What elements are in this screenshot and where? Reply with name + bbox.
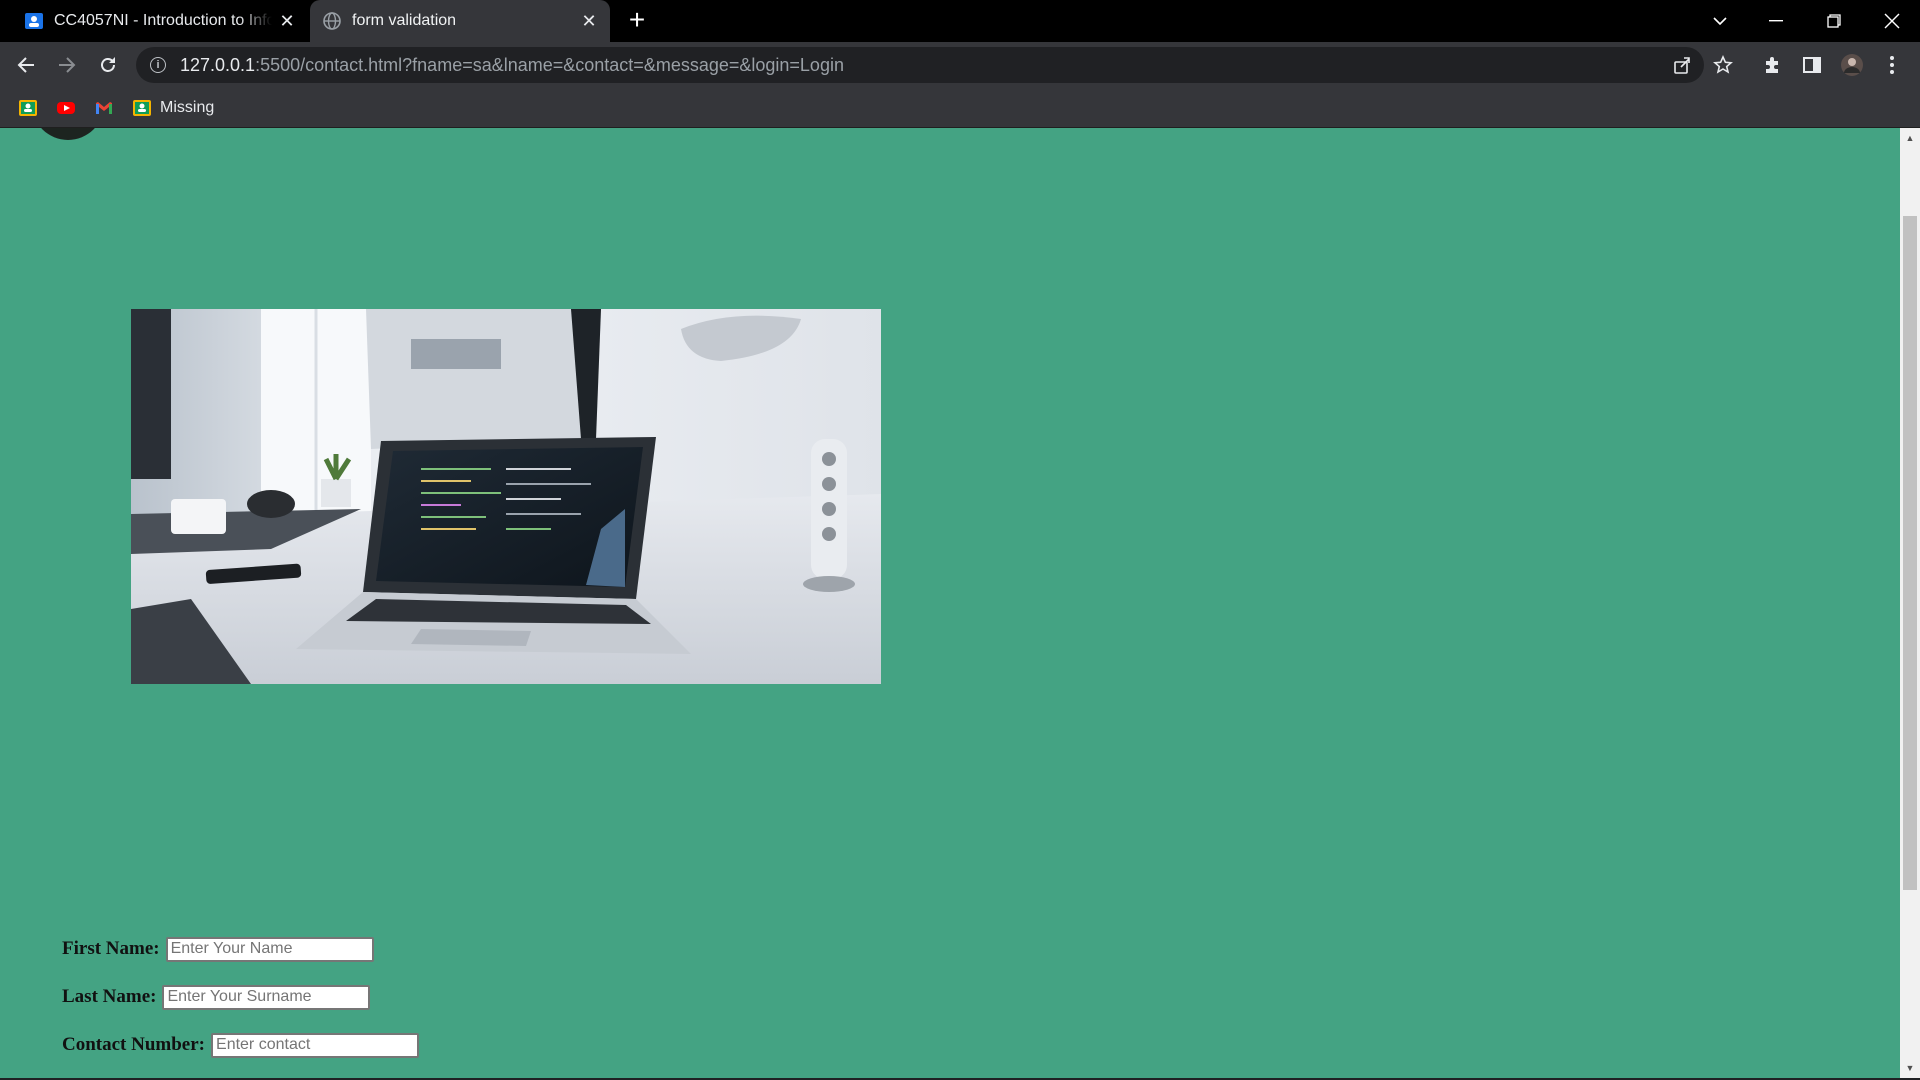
tab-cc4057ni[interactable]: CC4057NI - Introduction to Infor ✕ [12, 0, 308, 42]
contact-number-label: Contact Number: [62, 1034, 206, 1055]
tab-title: form validation [352, 12, 457, 29]
site-info-icon[interactable]: i [150, 57, 166, 73]
logo-circle [32, 128, 104, 140]
forward-icon[interactable] [51, 49, 83, 81]
share-icon[interactable] [1667, 50, 1697, 80]
browser-toolbar: i 127.0.0.1:5500/contact.html?fname=sa&l… [0, 42, 1920, 88]
contact-number-input[interactable] [211, 1032, 420, 1058]
bookmark-missing[interactable]: Missing [126, 93, 220, 123]
bookmark-classroom[interactable] [12, 93, 44, 123]
back-icon[interactable] [10, 49, 42, 81]
first-name-input[interactable] [165, 936, 374, 962]
bookmark-youtube[interactable] [50, 93, 82, 123]
classroom-icon [133, 99, 151, 116]
first-name-label: First Name: [62, 938, 160, 959]
gmail-icon [96, 101, 112, 114]
first-name-row: First Name: [62, 934, 419, 964]
bookmarks-bar: Missing [0, 88, 1920, 128]
tab-search-icon[interactable] [1692, 0, 1748, 42]
address-bar[interactable]: i 127.0.0.1:5500/contact.html?fname=sa&l… [136, 47, 1704, 83]
new-tab-icon[interactable]: + [622, 6, 652, 36]
close-tab-icon[interactable]: ✕ [272, 11, 302, 32]
restore-icon[interactable] [1806, 0, 1862, 42]
minimize-icon[interactable] [1748, 0, 1804, 42]
globe-icon [323, 12, 341, 30]
bookmark-star-icon[interactable] [1708, 50, 1738, 80]
side-panel-icon[interactable] [1796, 49, 1828, 81]
last-name-label: Last Name: [62, 986, 157, 1007]
tab-strip: CC4057NI - Introduction to Infor ✕ form … [0, 0, 1920, 42]
page-scrollbar[interactable]: ▲ ▼ [1900, 128, 1920, 1078]
scrollbar-thumb[interactable] [1903, 216, 1917, 890]
menu-kebab-icon[interactable] [1876, 49, 1908, 81]
url-text: 127.0.0.1:5500/contact.html?fname=sa&lna… [180, 54, 844, 75]
bookmark-label: Missing [160, 98, 215, 116]
tab-title: CC4057NI - Introduction to Infor [54, 12, 272, 29]
contact-row: Contact Number: [62, 1030, 420, 1060]
profile-avatar[interactable] [1836, 49, 1868, 81]
page-content: First Name: Last Name: Contact Number: [0, 128, 1900, 1078]
classroom-icon [25, 13, 43, 29]
last-name-input[interactable] [162, 984, 371, 1010]
classroom-icon [19, 99, 37, 116]
last-name-row: Last Name: [62, 982, 419, 1012]
extensions-icon[interactable] [1756, 49, 1788, 81]
youtube-icon [57, 101, 75, 114]
reload-icon[interactable] [92, 49, 124, 81]
scroll-up-icon[interactable]: ▲ [1900, 128, 1920, 148]
bookmark-gmail[interactable] [88, 93, 120, 123]
tab-form-validation[interactable]: form validation ✕ [310, 0, 610, 42]
hero-image [131, 309, 881, 684]
scroll-down-icon[interactable]: ▼ [1900, 1058, 1920, 1078]
contact-form: First Name: Last Name: Contact Number: [62, 934, 420, 1078]
close-tab-icon[interactable]: ✕ [574, 11, 604, 32]
close-window-icon[interactable] [1864, 0, 1920, 42]
